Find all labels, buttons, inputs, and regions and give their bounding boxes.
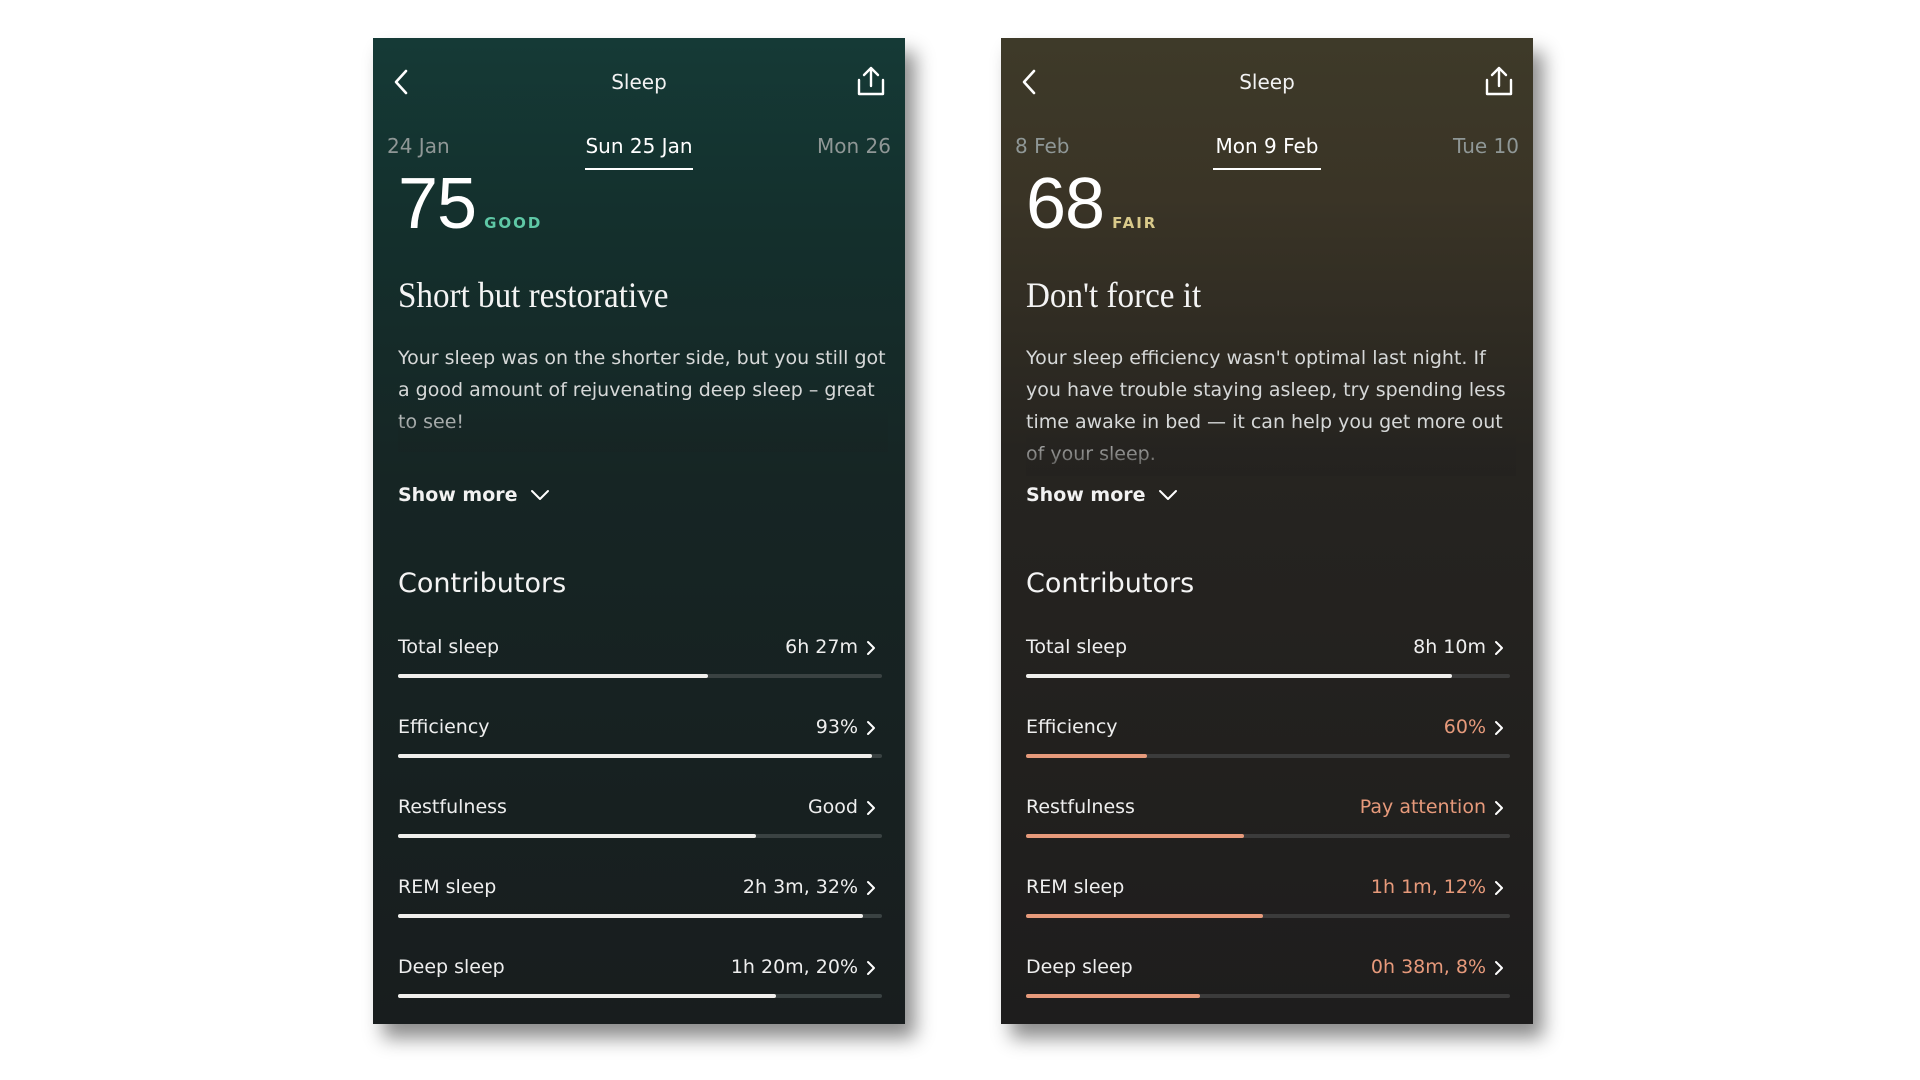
contributor-bar-fill: [398, 914, 863, 918]
contributor-bar-track: [398, 754, 882, 758]
contributor-row[interactable]: Deep sleep 1h 20m, 20%: [398, 956, 882, 1024]
contributor-bar-fill: [398, 834, 757, 838]
contributor-bar-fill: [1026, 754, 1147, 758]
top-nav: Sleep: [373, 58, 905, 106]
chevron-right-icon: [864, 878, 878, 898]
show-more-button[interactable]: Show more: [398, 484, 550, 506]
contributor-bar-track: [1026, 834, 1510, 838]
contributor-bar-fill: [398, 754, 873, 758]
show-more-button[interactable]: Show more: [1026, 484, 1178, 506]
contributor-value: Good: [807, 796, 858, 818]
contributor-name: REM sleep: [398, 876, 497, 898]
contributor-bar-fill: [1026, 834, 1244, 838]
sleep-screen-right: Sleep 8 Feb Mon 9 Feb Tue 10 68 FAIR Don…: [1001, 38, 1533, 1024]
contributors-title: Contributors: [1026, 568, 1195, 599]
contributor-value: 93%: [815, 716, 858, 738]
contributor-bar-track: [398, 674, 882, 678]
sleep-screen-left: Sleep 24 Jan Sun 25 Jan Mon 26 75 GOOD S…: [373, 38, 905, 1024]
contributor-bar-track: [1026, 754, 1510, 758]
share-button[interactable]: [1481, 62, 1517, 100]
page-title: Sleep: [611, 70, 667, 94]
chevron-right-icon: [864, 638, 878, 658]
show-more-label: Show more: [1026, 484, 1146, 506]
date-underline: [1213, 168, 1321, 170]
contributor-name: Efficiency: [1026, 716, 1118, 738]
insight-headline: Short but restorative: [398, 275, 669, 315]
sleep-score: 75 GOOD: [398, 168, 542, 240]
share-button[interactable]: [853, 62, 889, 100]
contributor-value: Pay attention: [1359, 796, 1486, 818]
score-label: FAIR: [1112, 214, 1158, 232]
score-value: 75: [398, 164, 477, 244]
contributor-bar-fill: [398, 994, 776, 998]
contributor-row[interactable]: Total sleep 8h 10m: [1026, 636, 1510, 716]
chevron-right-icon: [1492, 958, 1506, 978]
chevron-right-icon: [1492, 718, 1506, 738]
contributor-bar-track: [1026, 674, 1510, 678]
contributor-value: 60%: [1443, 716, 1486, 738]
chevron-down-icon: [1158, 490, 1177, 500]
contributor-bar-track: [1026, 994, 1510, 998]
contributor-name: Restfulness: [1026, 796, 1135, 818]
contributor-bar-fill: [398, 674, 708, 678]
chevron-down-icon: [530, 490, 549, 500]
contributor-bar-track: [398, 834, 882, 838]
contributor-bar-fill: [1026, 994, 1201, 998]
contributor-name: Total sleep: [398, 636, 500, 658]
share-icon: [857, 66, 885, 96]
contributor-row[interactable]: Deep sleep 0h 38m, 8%: [1026, 956, 1510, 1024]
date-underline: [585, 168, 693, 170]
contributors-list: Total sleep 8h 10m Efficiency 60% Restfulnes…: [1026, 636, 1510, 1024]
chevron-right-icon: [864, 798, 878, 818]
contributor-name: Total sleep: [1026, 636, 1128, 658]
score-value: 68: [1026, 164, 1105, 244]
contributor-value: 6h 27m: [785, 636, 858, 658]
page-title: Sleep: [1239, 70, 1295, 94]
contributor-value: 1h 1m, 12%: [1370, 876, 1486, 898]
chevron-right-icon: [1492, 878, 1506, 898]
contributor-value: 8h 10m: [1413, 636, 1486, 658]
contributor-value: 2h 3m, 32%: [742, 876, 858, 898]
score-label: GOOD: [484, 214, 543, 232]
contributor-bar-fill: [1026, 674, 1452, 678]
contributor-row[interactable]: Restfulness Good: [398, 796, 882, 876]
contributor-bar-track: [1026, 914, 1510, 918]
chevron-right-icon: [864, 718, 878, 738]
contributor-name: Restfulness: [398, 796, 507, 818]
date-next[interactable]: Mon 26: [817, 134, 891, 158]
date-next[interactable]: Tue 10: [1453, 134, 1519, 158]
insight-description: Your sleep efficiency wasn't optimal las…: [1026, 342, 1516, 476]
contributors-list: Total sleep 6h 27m Efficiency 93% Restfulnes…: [398, 636, 882, 1024]
contributor-row[interactable]: Total sleep 6h 27m: [398, 636, 882, 716]
contributor-row[interactable]: Efficiency 60%: [1026, 716, 1510, 796]
insight-headline: Don't force it: [1026, 275, 1202, 315]
contributor-name: Efficiency: [398, 716, 490, 738]
contributor-name: Deep sleep: [1026, 956, 1133, 978]
contributor-bar-track: [398, 994, 882, 998]
contributor-name: REM sleep: [1026, 876, 1125, 898]
contributor-name: Deep sleep: [398, 956, 505, 978]
chevron-right-icon: [1492, 638, 1506, 658]
contributor-bar-fill: [1026, 914, 1264, 918]
contributor-row[interactable]: Restfulness Pay attention: [1026, 796, 1510, 876]
contributor-row[interactable]: REM sleep 1h 1m, 12%: [1026, 876, 1510, 956]
share-icon: [1485, 66, 1513, 96]
sleep-score: 68 FAIR: [1026, 168, 1157, 240]
insight-description: Your sleep was on the shorter side, but …: [398, 342, 888, 452]
contributor-row[interactable]: Efficiency 93%: [398, 716, 882, 796]
chevron-right-icon: [864, 958, 878, 978]
contributors-title: Contributors: [398, 568, 567, 599]
top-nav: Sleep: [1001, 58, 1533, 106]
show-more-label: Show more: [398, 484, 518, 506]
chevron-right-icon: [1492, 798, 1506, 818]
contributor-value: 1h 20m, 20%: [730, 956, 858, 978]
contributor-value: 0h 38m, 8%: [1370, 956, 1486, 978]
contributor-bar-track: [398, 914, 882, 918]
contributor-row[interactable]: REM sleep 2h 3m, 32%: [398, 876, 882, 956]
